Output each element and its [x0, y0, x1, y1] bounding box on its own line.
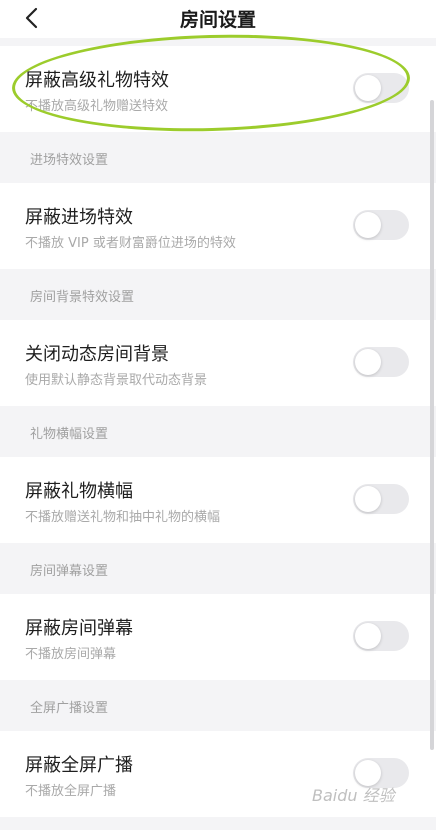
setting-description: 不播放赠送礼物和抽中礼物的横幅 [25, 510, 221, 525]
setting-description: 不播放高级礼物赠送特效 [25, 99, 169, 114]
setting-row-gift-banner: 屏蔽礼物横幅 不播放赠送礼物和抽中礼物的横幅 [0, 457, 436, 543]
watermark: Baidu 经验 [312, 786, 395, 805]
settings-list: 屏蔽高级礼物特效 不播放高级礼物赠送特效 进场特效设置 屏蔽进场特效 不播放 V… [0, 46, 436, 824]
section-header: 全屏广播设置 [0, 687, 436, 731]
toggle-room-danmaku[interactable] [353, 621, 409, 651]
setting-description: 不播放全屏广播 [25, 784, 117, 799]
toggle-knob [355, 212, 381, 238]
setting-row-gift-effects: 屏蔽高级礼物特效 不播放高级礼物赠送特效 [0, 46, 436, 132]
setting-title: 屏蔽进场特效 [25, 207, 133, 228]
setting-title: 屏蔽礼物横幅 [25, 481, 133, 502]
section-header: 房间背景特效设置 [0, 276, 436, 320]
toggle-knob [355, 486, 381, 512]
setting-title: 屏蔽房间弹幕 [25, 618, 133, 639]
section-header: 进场特效设置 [0, 139, 436, 183]
setting-description: 不播放 VIP 或者财富爵位进场的特效 [25, 236, 236, 251]
page-title: 房间设置 [179, 9, 256, 31]
setting-row-entrance-effects: 屏蔽进场特效 不播放 VIP 或者财富爵位进场的特效 [0, 183, 436, 269]
toggle-gift-effects[interactable] [353, 73, 409, 103]
section-header: 房间弹幕设置 [0, 550, 436, 594]
setting-row-room-background: 关闭动态房间背景 使用默认静态背景取代动态背景 [0, 320, 436, 406]
toggle-entrance-effects[interactable] [353, 210, 409, 240]
scrollbar[interactable] [430, 100, 434, 750]
setting-description: 使用默认静态背景取代动态背景 [25, 373, 208, 388]
setting-row-room-danmaku: 屏蔽房间弹幕 不播放房间弹幕 [0, 594, 436, 680]
toggle-knob [355, 75, 381, 101]
setting-title: 屏蔽全屏广播 [25, 755, 133, 776]
toggle-knob [355, 623, 381, 649]
top-bar: 房间设置 [0, 0, 436, 38]
toggle-knob [355, 349, 381, 375]
setting-title: 关闭动态房间背景 [25, 344, 169, 365]
section-header: 礼物横幅设置 [0, 413, 436, 457]
setting-description: 不播放房间弹幕 [25, 647, 117, 662]
toggle-room-background[interactable] [353, 347, 409, 377]
toggle-gift-banner[interactable] [353, 484, 409, 514]
setting-title: 屏蔽高级礼物特效 [25, 70, 169, 91]
